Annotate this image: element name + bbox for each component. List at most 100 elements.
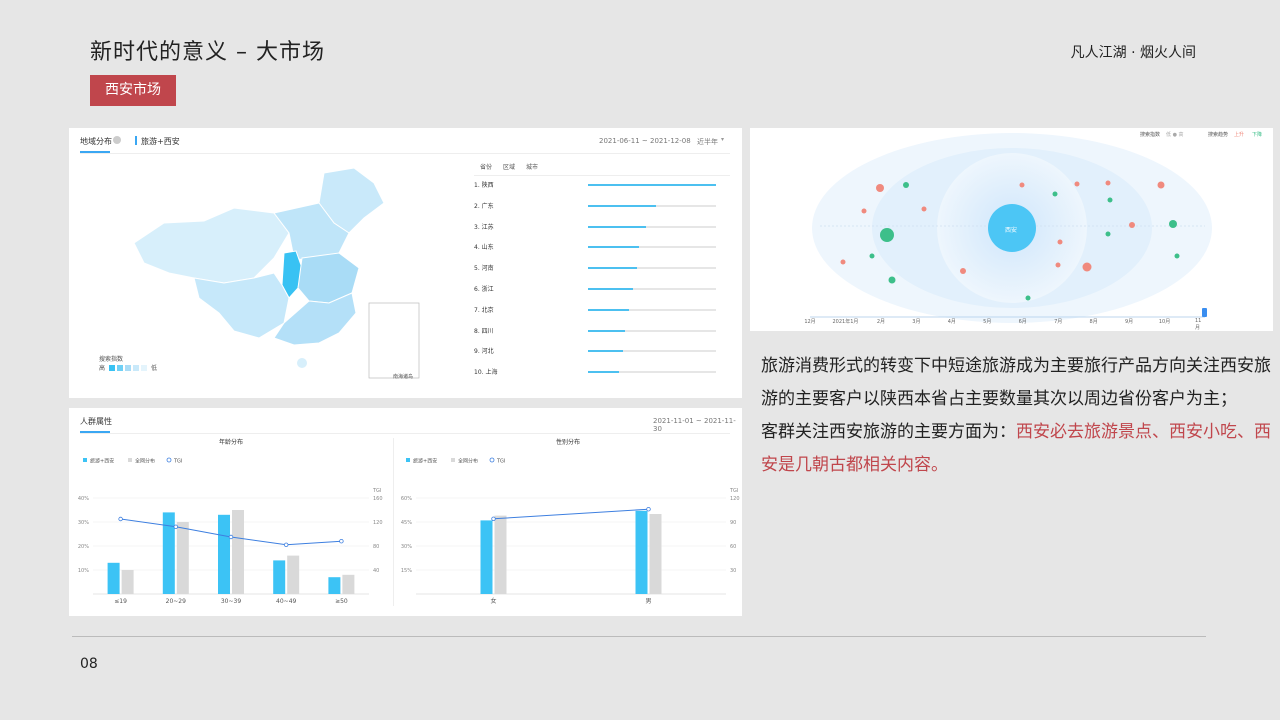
map-legend-label: 搜索指数 [99,356,124,363]
map-legend-low: 低 [151,365,158,372]
brand-slogan: 凡人江湖 · 烟火人间 [1070,45,1196,61]
rank-bar [588,225,646,228]
keyword-marker [135,136,137,145]
bar [494,515,507,594]
section-tag: 西安市场 [90,75,176,106]
bar [480,520,493,594]
y-tick-label: 40% [78,496,89,502]
help-icon [113,136,121,144]
rank-label: 4. 山东 [474,244,494,252]
legend-label: 旅游+西安 [413,458,437,465]
bubble-legend-right: 搜索趋势 [1208,132,1229,138]
legend-swatch [489,457,495,463]
chevron-down-icon[interactable]: ▾ [721,136,724,143]
crowd-date-range[interactable]: 2021-11-01 ~ 2021-11-30 [653,417,742,433]
bar [176,522,189,594]
inset-label: 南海诸岛 [393,374,414,380]
age-chart: 年龄分布旅游+西安 全网分布 TGI 40% 160 30% 120 20% 80 10% 40 TG… [78,438,383,605]
legend-swatch [83,458,87,462]
timeline-label: 2月 [876,319,885,325]
tgi-point [283,542,289,547]
bubble-node [903,182,909,188]
legend-swatch [406,458,410,462]
legend-label: 全网分布 [135,458,155,465]
bar [635,510,648,594]
bar [232,510,244,594]
y2-tick-label: 120 [730,496,740,502]
rank-divider [474,175,730,176]
chart-title: 性别分布 [556,438,580,446]
y-tick-label: 20% [78,544,89,550]
y2-tick-label: 40 [373,568,379,574]
bubble-center-label: 西安 [1005,227,1018,234]
bubble-node [840,259,846,265]
timeline-label: 3月 [912,319,921,325]
rank-bar [588,267,637,270]
map-region-southwest [193,272,290,339]
page-title: 新时代的意义 – 大市场 [90,40,325,65]
keyword-label: 旅游+西安 [141,137,180,146]
region-divider [80,153,730,154]
bubble-node [1057,239,1063,245]
legend-label: 全网分布 [458,458,478,465]
rank-bar [588,308,629,311]
period-select[interactable]: 近半年 [697,137,718,147]
timeline-label: 8月 [1089,319,1098,325]
rank-bar [588,246,640,249]
bubble-node [1107,197,1113,203]
china-map [133,167,420,379]
bubble-node [1169,220,1177,228]
legend-swatch [451,458,455,462]
tab-region[interactable]: 区域 [503,162,515,171]
description-p2-lead: 客群关注西安旅游的主要方面为： [761,422,1016,442]
x-tick-label: 女 [490,597,496,605]
description: 旅游消费形式的转变下中短途旅游成为主要旅行产品方向关注西安旅游的主要客户以陕西本… [761,350,1271,482]
legend-label: 旅游+西安 [90,458,114,465]
timeline-label: 4月 [947,319,956,325]
y-tick-label: 10% [78,568,89,574]
bar [218,514,230,594]
timeline-label: 12月 [804,319,816,325]
bubble-node [880,228,894,242]
bubble-node [876,184,884,192]
bar [273,560,286,594]
rank-bar [588,350,623,353]
y2-tick-label: 30 [730,568,736,574]
region-panel-title: 地域分布 [80,137,112,146]
bar [649,514,662,594]
tab-city[interactable]: 城市 [526,162,538,171]
legend-swatch [166,457,172,463]
crowd-panel-title: 人群属性 [80,417,112,426]
y2-tick-label: 160 [373,496,383,502]
bubble-node [1052,191,1058,197]
bubble-node [1019,182,1025,188]
y2-axis-label: TGI [372,488,381,494]
bar [287,555,300,594]
y-tick-label: 15% [401,568,412,574]
tgi-line [120,518,342,546]
map-region-hainan [297,358,307,368]
timeline-label: 10月 [1158,319,1171,325]
bubble-node [1105,180,1111,186]
map-region-northwest [133,207,290,284]
y2-tick-label: 90 [730,520,736,526]
bubble-node [1082,262,1092,272]
rank-label: 10. 上海 [474,369,498,377]
rank-label: 5. 河南 [474,265,494,273]
rank-bar [588,204,656,207]
bar [121,570,134,594]
region-date-range[interactable]: 2021-06-11 ~ 2021-12-08 [599,137,691,145]
rank-label: 1. 陕西 [474,182,494,189]
rank-label: 3. 江苏 [474,223,494,231]
rank-label: 6. 浙江 [474,286,494,293]
tab-province[interactable]: 省份 [480,162,492,171]
bubble-node [1074,181,1080,187]
tgi-point [228,534,234,540]
footer-divider [72,636,1206,637]
crowd-panel: 人群属性 2021-11-01 ~ 2021-11-30 年龄分布 旅游+西安 全网… [69,408,742,616]
rank-bar [588,371,619,374]
map-inset [368,302,420,379]
rank-label: 8. 四川 [474,327,494,335]
map-legend-high: 高 [99,365,106,372]
rank-label: 7. 北京 [474,306,494,314]
